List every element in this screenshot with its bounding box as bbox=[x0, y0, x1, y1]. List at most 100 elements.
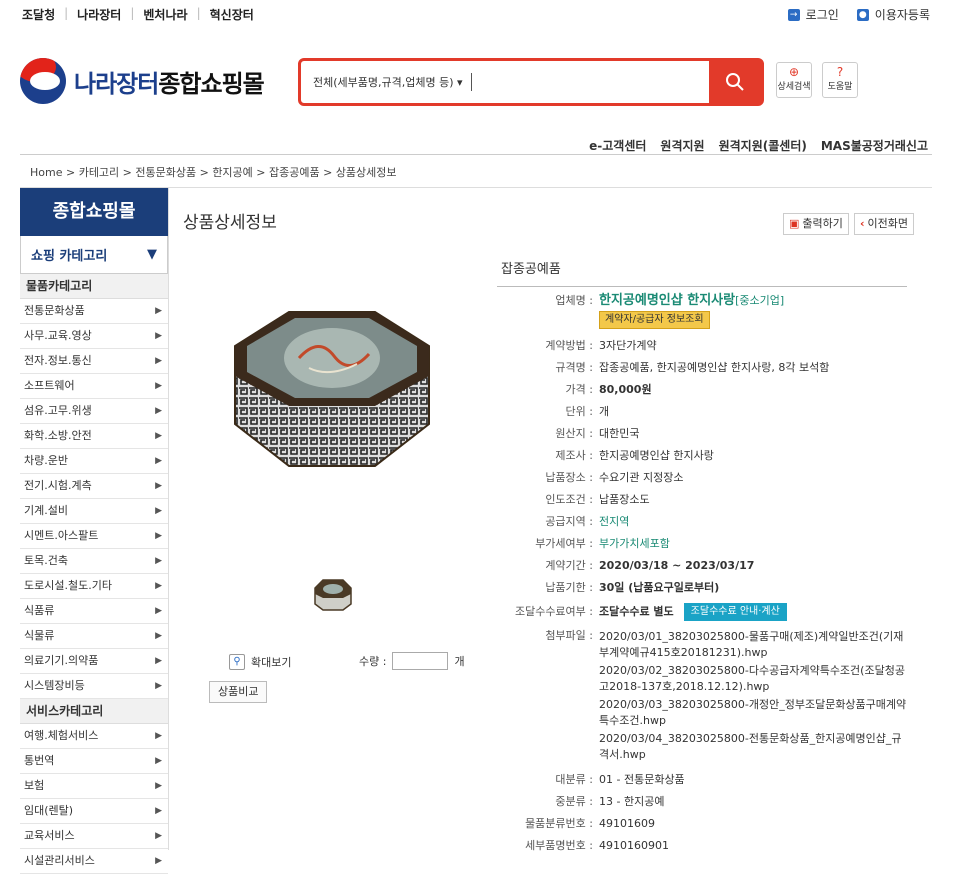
top-link-narajangteo[interactable]: 나라장터 bbox=[77, 6, 121, 23]
service-category-item-5[interactable]: 시설관리서비스 ▶ bbox=[20, 849, 168, 874]
chevron-right-icon: ▶ bbox=[155, 506, 162, 516]
chevron-right-icon: ▶ bbox=[155, 431, 162, 441]
user-links: → 로그인 ● 이용자등록 bbox=[787, 6, 930, 23]
subnav-remote[interactable]: 원격지원 bbox=[660, 137, 704, 154]
search-input[interactable] bbox=[471, 66, 709, 98]
vendor-link[interactable]: 한지공예명인샵 한지사랑[중소기업] bbox=[599, 293, 784, 308]
product-field-row: 공급지역전지역 bbox=[497, 515, 907, 529]
product-field-row: 인도조건납품장소도 bbox=[497, 493, 907, 507]
product-class-row: 세부품명번호4910160901 bbox=[497, 839, 907, 853]
chevron-right-icon: ▶ bbox=[155, 531, 162, 541]
printer-icon: ▣ bbox=[789, 217, 800, 230]
product-field-row: 부가세여부부가가치세포함 bbox=[497, 537, 907, 551]
help-button[interactable]: ? 도움말 bbox=[822, 62, 858, 98]
register-link[interactable]: 이용자등록 bbox=[875, 6, 930, 23]
chevron-right-icon: ▶ bbox=[155, 656, 162, 666]
attachment-file-link[interactable]: 2020/03/02_38203025800-다수공급자계약특수조건(조달청공고… bbox=[599, 663, 907, 695]
product-field-row: 단위개 bbox=[497, 405, 907, 419]
chevron-right-icon: ▶ bbox=[155, 356, 162, 366]
search-button[interactable] bbox=[709, 61, 761, 103]
service-category-item-3[interactable]: 임대(렌탈) ▶ bbox=[20, 799, 168, 824]
fee-calc-button[interactable]: 조달수수료 안내·계산 bbox=[683, 603, 787, 621]
chevron-right-icon: ▶ bbox=[155, 806, 162, 816]
chevron-right-icon: ▶ bbox=[155, 381, 162, 391]
quantity-field: 수량 : 개 bbox=[359, 652, 465, 670]
chevron-right-icon: ▶ bbox=[155, 406, 162, 416]
logo-text-1: 나라장터 bbox=[74, 69, 159, 98]
top-link-venture[interactable]: 벤처나라 bbox=[143, 6, 187, 23]
detail-search-button[interactable]: ⊕ 상세검색 bbox=[776, 62, 812, 98]
product-field-row: 규격명잡종공예품, 한지공예명인샵 한지사랑, 8각 보석함 bbox=[497, 361, 907, 375]
product-class-row: 대분류01 - 전통문화상품 bbox=[497, 773, 907, 787]
user-icon: ● bbox=[856, 8, 869, 21]
site-logo[interactable]: 나라장터종합쇼핑몰 bbox=[20, 58, 265, 104]
back-button[interactable]: ‹ 이전화면 bbox=[854, 213, 915, 235]
fee-value: 조달수수료 별도 bbox=[599, 605, 674, 618]
family-site-links: 조달청 | 나라장터 | 벤처나라 | 혁신장터 bbox=[22, 6, 254, 23]
breadcrumb: Home > 카테고리 > 전통문화상품 > 한지공예 > 잡종공예품 > 상품… bbox=[20, 154, 932, 188]
top-link-jodal[interactable]: 조달청 bbox=[22, 6, 55, 23]
attachment-file-link[interactable]: 2020/03/04_38203025800-전통문화상품_한지공예명인샵_규격… bbox=[599, 731, 907, 763]
product-thumbnail[interactable] bbox=[313, 578, 353, 612]
subnav-mas-report[interactable]: MAS불공정거래신고 bbox=[821, 137, 928, 154]
goods-category-item-10[interactable]: 토목.건축 ▶ bbox=[20, 549, 168, 574]
goods-category-item-13[interactable]: 식물류 ▶ bbox=[20, 624, 168, 649]
product-info: 업체명 한지공예명인샵 한지사랑[중소기업] 계약자/공급자 정보조회 계약방법… bbox=[497, 294, 907, 861]
login-icon: → bbox=[787, 8, 800, 21]
product-field-row: 계약기간2020/03/18 ~ 2023/03/17 bbox=[497, 559, 907, 573]
login-link[interactable]: 로그인 bbox=[806, 6, 839, 23]
goods-category-item-3[interactable]: 소프트웨어 ▶ bbox=[20, 374, 168, 399]
goods-category-item-15[interactable]: 시스템장비등 ▶ bbox=[20, 674, 168, 699]
chevron-right-icon: ▶ bbox=[155, 306, 162, 316]
shopping-category-toggle[interactable]: 쇼핑 카테고리 ▼ bbox=[20, 236, 168, 274]
chevron-down-icon: ▾ bbox=[457, 76, 463, 89]
goods-category-item-8[interactable]: 기계.설비 ▶ bbox=[20, 499, 168, 524]
chevron-right-icon: ▶ bbox=[155, 481, 162, 491]
subnav-remote-call[interactable]: 원격지원(콜센터) bbox=[719, 137, 807, 154]
goods-category-item-1[interactable]: 사무.교육.영상 ▶ bbox=[20, 324, 168, 349]
goods-category-item-12[interactable]: 식품류 ▶ bbox=[20, 599, 168, 624]
chevron-right-icon: ▶ bbox=[155, 606, 162, 616]
product-field-row: 납품기한30일 (납품요구일로부터) bbox=[497, 581, 907, 595]
chevron-right-icon: ▶ bbox=[155, 631, 162, 641]
caret-down-icon: ▼ bbox=[147, 247, 157, 262]
sub-nav: e-고객센터 원격지원 원격지원(콜센터) MAS불공정거래신고 bbox=[589, 137, 928, 154]
service-category-item-0[interactable]: 여행.체험서비스 ▶ bbox=[20, 724, 168, 749]
subnav-ecs[interactable]: e-고객센터 bbox=[589, 137, 646, 154]
search-scope-select[interactable]: 전체(세부품명,규격,업체명 등) ▾ bbox=[301, 74, 463, 90]
logo-text-2: 종합쇼핑몰 bbox=[158, 69, 264, 98]
goods-category-item-14[interactable]: 의료기기.의약품 ▶ bbox=[20, 649, 168, 674]
vendor-info-button[interactable]: 계약자/공급자 정보조회 bbox=[599, 311, 710, 329]
product-field-row: 가격80,000원 bbox=[497, 383, 907, 397]
goods-category-item-5[interactable]: 화학.소방.안전 ▶ bbox=[20, 424, 168, 449]
product-image[interactable] bbox=[229, 306, 435, 474]
main-content: 상품상세정보 ▣ 출력하기 ‹ 이전화면 ⚲ 확대보기 수량 : 개 상품비교 잡종… bbox=[168, 188, 933, 852]
goods-category-item-7[interactable]: 전기.시험.계측 ▶ bbox=[20, 474, 168, 499]
chevron-right-icon: ▶ bbox=[155, 856, 162, 866]
chevron-right-icon: ▶ bbox=[155, 581, 162, 591]
sidebar-title[interactable]: 종합쇼핑몰 bbox=[20, 188, 168, 236]
goods-category-item-0[interactable]: 전통문화상품 ▶ bbox=[20, 299, 168, 324]
chevron-right-icon: ▶ bbox=[155, 756, 162, 766]
attachment-file-link[interactable]: 2020/03/01_38203025800-물품구매(제조)계약일반조건(기재… bbox=[599, 629, 907, 661]
compare-button[interactable]: 상품비교 bbox=[209, 681, 268, 703]
sidebar: 종합쇼핑몰 쇼핑 카테고리 ▼ 물품카테고리 전통문화상품 ▶ 사무.교육.영상 ▶ 전… bbox=[20, 188, 168, 874]
service-category-item-2[interactable]: 보험 ▶ bbox=[20, 774, 168, 799]
chevron-right-icon: ▶ bbox=[155, 731, 162, 741]
product-field-row: 계약방법3자단가계약 bbox=[497, 339, 907, 353]
service-category-item-4[interactable]: 교육서비스 ▶ bbox=[20, 824, 168, 849]
service-category-item-1[interactable]: 통번역 ▶ bbox=[20, 749, 168, 774]
chevron-right-icon: ▶ bbox=[155, 681, 162, 691]
attachment-file-link[interactable]: 2020/03/03_38203025800-개정안_정부조달문화상품구매계약특… bbox=[599, 697, 907, 729]
goods-category-item-2[interactable]: 전자.정보.통신 ▶ bbox=[20, 349, 168, 374]
goods-category-item-6[interactable]: 차량.운반 ▶ bbox=[20, 449, 168, 474]
goods-category-item-11[interactable]: 도로시설.철도.기타 ▶ bbox=[20, 574, 168, 599]
zoom-view[interactable]: ⚲ 확대보기 bbox=[229, 654, 291, 670]
quantity-input[interactable] bbox=[392, 652, 449, 670]
top-bar: 조달청 | 나라장터 | 벤처나라 | 혁신장터 → 로그인 ● 이용자등록 bbox=[0, 0, 966, 30]
goods-category-item-4[interactable]: 섬유.고무.위생 ▶ bbox=[20, 399, 168, 424]
goods-category-item-9[interactable]: 시멘트.아스팔트 ▶ bbox=[20, 524, 168, 549]
print-button[interactable]: ▣ 출력하기 bbox=[783, 213, 849, 235]
product-field-row: 원산지대한민국 bbox=[497, 427, 907, 441]
top-link-innovation[interactable]: 혁신장터 bbox=[210, 6, 254, 23]
